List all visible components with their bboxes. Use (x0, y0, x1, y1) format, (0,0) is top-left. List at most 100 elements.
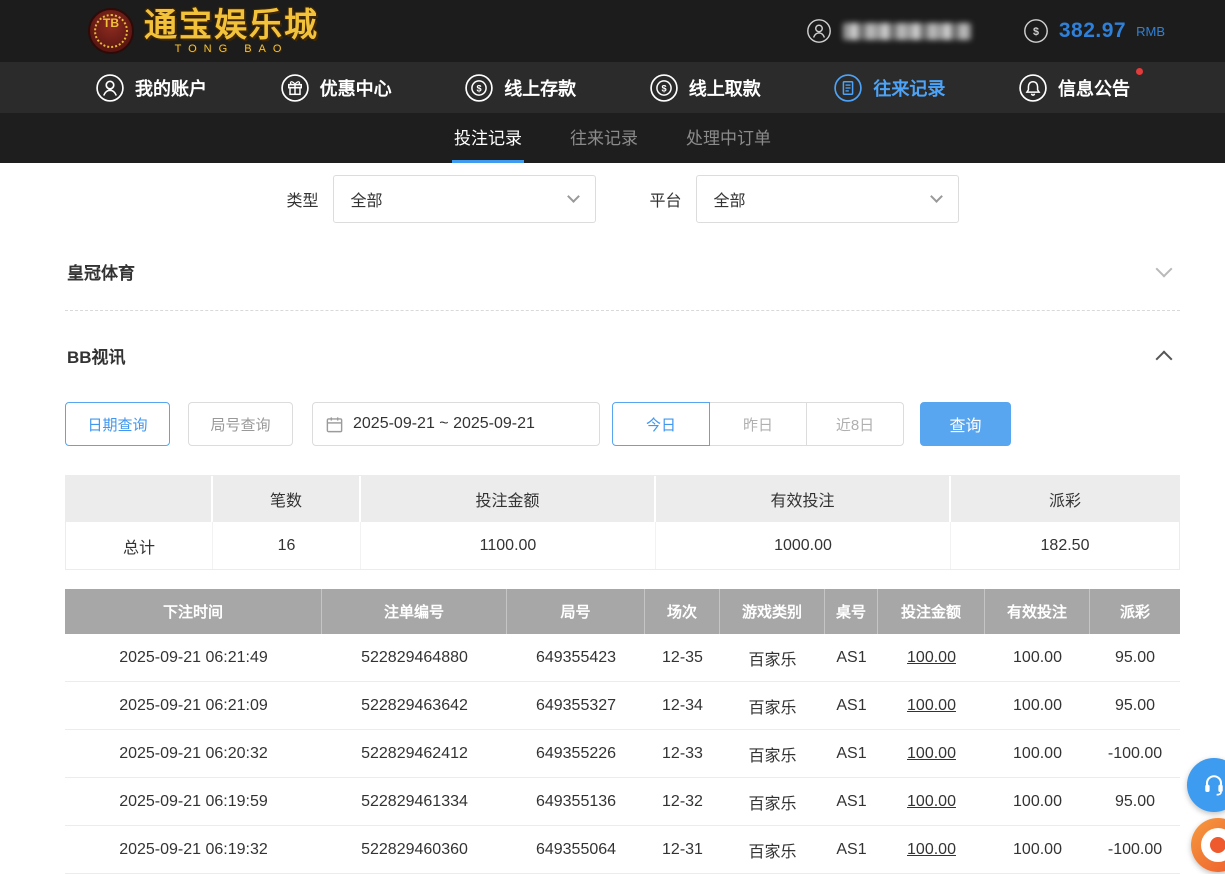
summary-corner-cell (66, 476, 213, 522)
nav-transaction-records[interactable]: 往来记录 (833, 73, 945, 103)
deposit-icon: $ (465, 73, 493, 102)
nav-announcements[interactable]: 信息公告 (1018, 67, 1143, 103)
chevron-up-icon[interactable] (1155, 350, 1173, 368)
col-header-bet-amount: 投注金额 (878, 589, 985, 634)
bet-table-header: 下注时间 注单编号 局号 场次 游戏类别 桌号 投注金额 有效投注 派彩 (65, 589, 1180, 634)
nav-label: 我的账户 (135, 78, 207, 99)
chevron-down-icon[interactable] (1155, 260, 1173, 277)
session-cell: 12-32 (662, 792, 703, 810)
bet-amount-link[interactable]: 100.00 (878, 730, 985, 777)
col-header-game: 游戏类别 (720, 589, 825, 634)
col-header-bet-no: 注单编号 (322, 589, 507, 634)
summary-total-label: 总计 (66, 522, 213, 569)
section-title: 皇冠体育 (67, 264, 135, 283)
username-blurred (842, 22, 971, 40)
table-row: 2025-09-21 06:21:09 522829463642 6493553… (65, 682, 1180, 730)
quick-date-group: 今日 昨日 近8日 (612, 402, 904, 446)
summary-valid-bet: 1000.00 (656, 522, 951, 569)
table-row: 2025-09-21 06:21:49 522829464880 6493554… (65, 634, 1180, 682)
bet-no-cell: 522829461334 (361, 792, 468, 810)
nav-label: 线上存款 (504, 78, 577, 99)
payout-cell: 95.00 (1114, 792, 1156, 810)
summary-total-row: 总计 16 1100.00 1000.00 182.50 (66, 522, 1179, 569)
bet-table: 下注时间 注单编号 局号 场次 游戏类别 桌号 投注金额 有效投注 派彩 202… (65, 589, 1180, 874)
platform-filter-group: 平台 全部 (650, 175, 959, 223)
date-query-button[interactable]: 日期查询 (65, 402, 170, 446)
round-no-cell: 649355226 (535, 744, 617, 762)
session-cell: 12-33 (662, 744, 703, 762)
site-subtitle: TONG BAO (174, 42, 289, 55)
nav-deposit[interactable]: $ 线上存款 (464, 73, 576, 103)
nav-label: 线上取款 (688, 78, 761, 99)
platform-select[interactable]: 全部 (695, 175, 959, 223)
content: 类型 全部 平台 全部 皇冠体育 BB视讯 日期查询 局号查询 2025-09-… (0, 175, 1225, 874)
logo-text: 通宝娱乐城 TONG BAO (144, 8, 319, 55)
search-button[interactable]: 查询 (920, 402, 1011, 446)
last-8-days-button[interactable]: 近8日 (806, 402, 904, 446)
notification-dot (1135, 67, 1143, 75)
today-button[interactable]: 今日 (612, 402, 710, 446)
top-header: TB 通宝娱乐城 TONG BAO $ 382.97 RMB (0, 0, 1225, 62)
bet-amount-link[interactable]: 100.00 (878, 778, 985, 825)
session-cell: 12-34 (662, 696, 703, 714)
main-nav: 我的账户 优惠中心 $ 线上存款 $ 线上取款 往来记录 信息公告 (0, 62, 1225, 113)
section-title: BB视讯 (67, 348, 126, 367)
date-range-value: 2025-09-21 ~ 2025-09-21 (353, 415, 535, 432)
time-cell: 2025-09-21 06:19:32 (119, 840, 268, 858)
nav-promotions[interactable]: 优惠中心 (280, 73, 392, 103)
summary-header-count: 笔数 (213, 476, 361, 522)
svg-text:$: $ (661, 83, 666, 93)
yesterday-button[interactable]: 昨日 (709, 402, 807, 446)
valid-bet-cell: 100.00 (1013, 696, 1062, 714)
bet-amount-link[interactable]: 100.00 (878, 682, 985, 729)
bet-amount-link[interactable]: 100.00 (878, 634, 985, 681)
tab-bet-records[interactable]: 投注记录 (452, 113, 524, 163)
filter-row: 类型 全部 平台 全部 (65, 175, 1180, 223)
site-logo: TB 通宝娱乐城 TONG BAO (88, 8, 319, 55)
account-icon (96, 73, 124, 102)
summary-header-payout: 派彩 (951, 476, 1179, 522)
tab-transaction-records[interactable]: 往来记录 (568, 113, 640, 163)
session-cell: 12-31 (662, 840, 703, 858)
summary-header-row: 笔数 投注金额 有效投注 派彩 (66, 476, 1179, 522)
user-chip[interactable] (806, 18, 971, 44)
withdraw-icon: $ (650, 73, 678, 102)
svg-text:$: $ (477, 83, 482, 93)
game-cell: 百家乐 (748, 747, 797, 765)
records-icon (834, 73, 863, 102)
payout-cell: -100.00 (1107, 744, 1163, 762)
payout-cell: -100.00 (1107, 840, 1163, 858)
round-query-button[interactable]: 局号查询 (188, 402, 293, 446)
headset-icon (1205, 775, 1223, 796)
query-toolbar: 日期查询 局号查询 2025-09-21 ~ 2025-09-21 今日 昨日 … (65, 402, 1180, 446)
record-tabs: 投注记录 往来记录 处理中订单 (0, 113, 1225, 163)
balance: $ 382.97 RMB (1023, 18, 1165, 44)
time-cell: 2025-09-21 06:21:09 (119, 696, 268, 714)
type-select[interactable]: 全部 (332, 175, 596, 223)
type-label: 类型 (286, 193, 319, 210)
nav-label: 优惠中心 (319, 78, 392, 99)
svg-text:$: $ (1033, 26, 1039, 38)
section-crown-sports[interactable]: 皇冠体育 (65, 247, 1180, 311)
valid-bet-cell: 100.00 (1013, 744, 1062, 762)
date-range-input[interactable]: 2025-09-21 ~ 2025-09-21 (312, 402, 600, 446)
game-cell: 百家乐 (748, 843, 797, 861)
payout-cell: 95.00 (1114, 696, 1156, 714)
balance-currency: RMB (1136, 23, 1165, 39)
table-no-cell: AS1 (836, 696, 867, 714)
table-row: 2025-09-21 06:19:59 522829461334 6493551… (65, 778, 1180, 826)
col-header-table-no: 桌号 (825, 589, 878, 634)
col-header-payout: 派彩 (1119, 604, 1150, 621)
valid-bet-cell: 100.00 (1013, 840, 1062, 858)
tab-processing-orders[interactable]: 处理中订单 (684, 113, 773, 163)
payout-cell: 95.00 (1114, 648, 1156, 666)
nav-my-account[interactable]: 我的账户 (95, 73, 207, 103)
platform-select-value: 全部 (713, 193, 746, 210)
section-bb-video[interactable]: BB视讯 (65, 337, 1180, 374)
table-no-cell: AS1 (836, 744, 867, 762)
nav-withdraw[interactable]: $ 线上取款 (649, 73, 761, 103)
summary-count: 16 (213, 522, 361, 569)
session-cell: 12-35 (662, 648, 703, 666)
chevron-down-icon (566, 190, 580, 203)
bet-amount-link[interactable]: 100.00 (878, 826, 985, 873)
